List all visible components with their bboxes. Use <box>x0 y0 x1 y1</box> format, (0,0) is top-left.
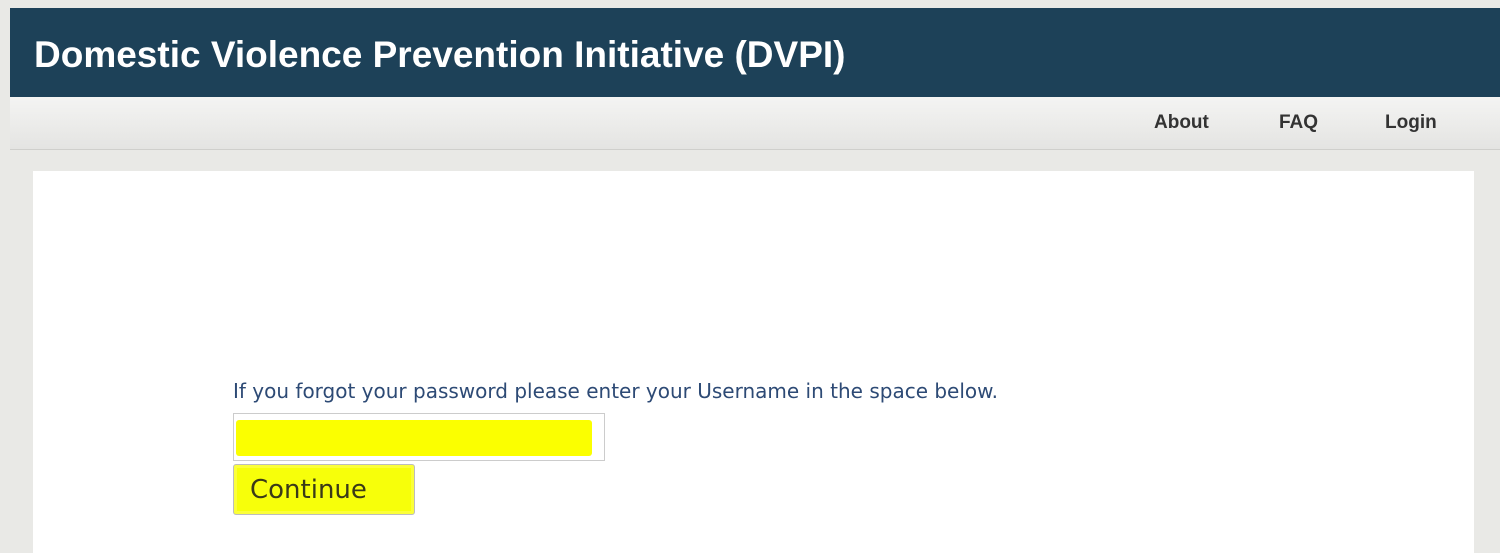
forgot-password-instructions: If you forgot your password please enter… <box>233 379 999 403</box>
username-highlight <box>236 420 592 456</box>
site-header: Domestic Violence Prevention Initiative … <box>10 8 1500 97</box>
site-title: Domestic Violence Prevention Initiative … <box>34 34 846 75</box>
nav-link-faq[interactable]: FAQ <box>1279 112 1318 134</box>
nav-link-login[interactable]: Login <box>1385 112 1437 134</box>
nav-link-about[interactable]: About <box>1154 112 1209 134</box>
username-field[interactable] <box>233 413 605 461</box>
content-panel: If you forgot your password please enter… <box>33 171 1474 553</box>
nav-bar: About FAQ Login <box>10 97 1500 150</box>
continue-button[interactable]: Continue <box>233 464 415 515</box>
